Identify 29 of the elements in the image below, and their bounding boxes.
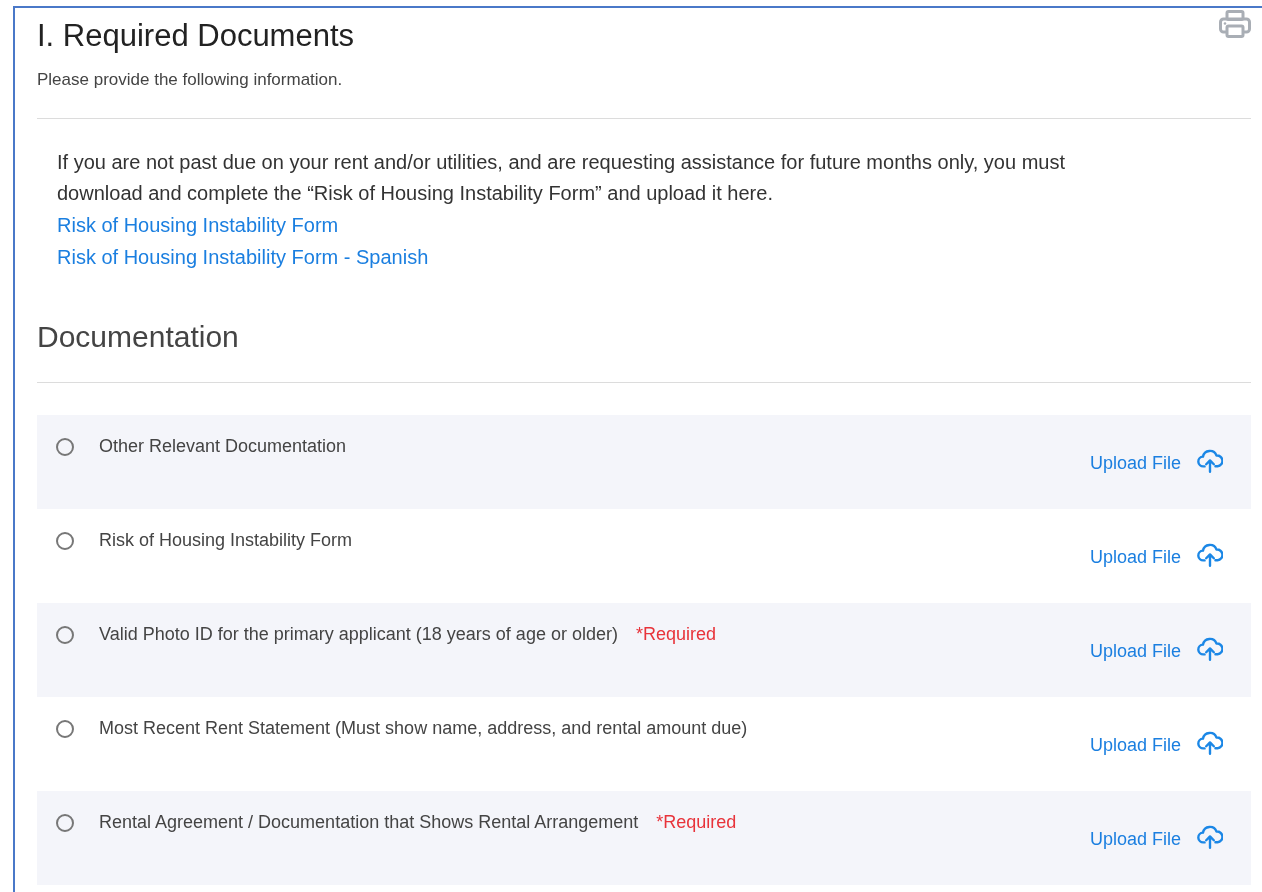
upload-file-link[interactable]: Upload File <box>1089 547 1181 568</box>
upload-file-link[interactable]: Upload File <box>1089 829 1181 850</box>
instruction-text: If you are not past due on your rent and/or utilities, and are requesting assistance for future months only, you must download and complete the “Risk of Housing Instability Form” and upload it here. <box>57 150 1066 206</box>
cloud-upload-icon[interactable] <box>1197 824 1223 849</box>
upload-file-link[interactable]: Upload File <box>1089 453 1181 474</box>
form-link[interactable]: Risk of Housing Instability Form <box>57 209 339 241</box>
document-label: Most Recent Rent Statement (Must show name, address, and rental amount due) <box>99 718 748 739</box>
upload-file-link[interactable]: Upload File <box>1089 641 1181 662</box>
document-label: Rental Agreement / Documentation that Shows Rental Arrangement <box>99 812 639 833</box>
documentation-heading: Documentation <box>37 320 240 354</box>
radio-button[interactable] <box>56 437 74 456</box>
radio-button[interactable] <box>56 625 74 644</box>
print-icon[interactable] <box>1219 10 1251 38</box>
cloud-upload-icon[interactable] <box>1197 730 1223 755</box>
cloud-upload-icon[interactable] <box>1197 636 1223 661</box>
upload-file-link[interactable]: Upload File <box>1089 735 1181 756</box>
document-label: Other Relevant Documentation <box>99 436 347 457</box>
required-note: *Required <box>656 812 737 833</box>
radio-button[interactable] <box>56 531 74 550</box>
cloud-upload-icon[interactable] <box>1197 542 1223 567</box>
section-title: I. Required Documents <box>37 18 355 54</box>
document-label: Risk of Housing Instability Form <box>99 530 353 551</box>
required-note: *Required <box>635 624 716 645</box>
document-label: Valid Photo ID for the primary applicant (18 years of age or older) <box>99 624 618 645</box>
radio-button[interactable] <box>56 813 74 832</box>
form-link[interactable]: Risk of Housing Instability Form - Spanish <box>57 241 429 273</box>
section-subtitle: Please provide the following information. <box>37 70 344 90</box>
radio-button[interactable] <box>56 719 74 738</box>
cloud-upload-icon[interactable] <box>1197 448 1223 473</box>
